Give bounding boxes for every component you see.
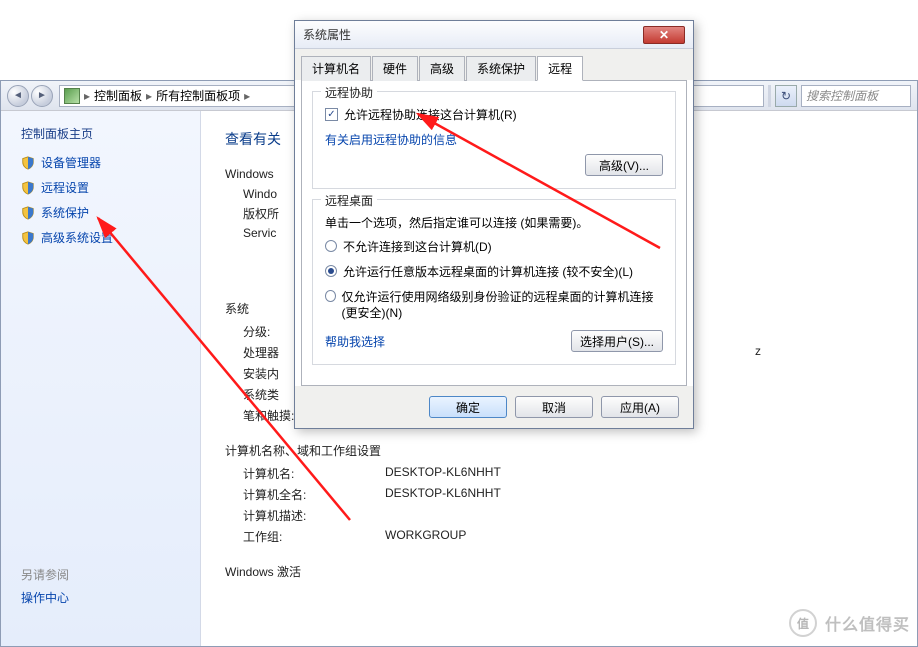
chevron-right-icon: ▸	[146, 89, 152, 103]
sidebar-item-label: 设备管理器	[41, 154, 101, 171]
sidebar-title: 控制面板主页	[21, 125, 180, 142]
sidebar-item-label: 远程设置	[41, 179, 89, 196]
radio-dont-allow[interactable]	[325, 240, 337, 252]
watermark-text: 什么值得买	[825, 611, 910, 635]
tabstrip: 计算机名 硬件 高级 系统保护 远程	[295, 49, 693, 80]
refresh-button[interactable]: ↻	[775, 85, 797, 107]
activation-heading: Windows 激活	[225, 563, 893, 580]
remote-assistance-info-link[interactable]: 有关启用远程协助的信息	[325, 131, 663, 148]
apply-button[interactable]: 应用(A)	[601, 396, 679, 418]
radio-label: 不允许连接到这台计算机(D)	[343, 239, 492, 256]
dialog-titlebar[interactable]: 系统属性 ✕	[295, 21, 693, 49]
remote-desktop-group: 远程桌面 单击一个选项，然后指定谁可以连接 (如果需要)。 不允许连接到这台计算…	[312, 199, 676, 365]
search-input[interactable]: 搜索控制面板	[801, 85, 911, 107]
group-legend: 远程桌面	[321, 192, 377, 209]
checkbox-label: 允许远程协助连接这台计算机(R)	[344, 106, 517, 123]
radio-allow-nla[interactable]	[325, 290, 336, 302]
system-properties-dialog: 系统属性 ✕ 计算机名 硬件 高级 系统保护 远程 远程协助 ✓ 允许远程协助连…	[294, 20, 694, 429]
sidebar: 控制面板主页 设备管理器 远程设置 系统保护 高级系统设置 另请参阅 操作中心	[1, 111, 201, 646]
tab-panel-remote: 远程协助 ✓ 允许远程协助连接这台计算机(R) 有关启用远程协助的信息 高级(V…	[301, 80, 687, 386]
shield-icon	[21, 206, 35, 220]
control-panel-icon	[64, 88, 80, 104]
chevron-right-icon: ▸	[84, 89, 90, 103]
sidebar-item-label: 高级系统设置	[41, 229, 113, 246]
breadcrumb-seg1[interactable]: 控制面板	[94, 87, 142, 104]
sidebar-item-system-protection[interactable]: 系统保护	[21, 204, 180, 221]
radio-label: 允许运行任意版本远程桌面的计算机连接 (较不安全)(L)	[343, 264, 633, 281]
table-row: 计算机描述:	[225, 507, 893, 524]
dialog-footer: 确定 取消 应用(A)	[295, 386, 693, 428]
table-row: 计算机名:DESKTOP-KL6NHHT	[225, 465, 893, 482]
shield-icon	[21, 156, 35, 170]
see-also-title: 另请参阅	[21, 566, 180, 583]
group-legend: 远程协助	[321, 84, 377, 101]
tab-advanced[interactable]: 高级	[419, 56, 465, 81]
tab-hardware[interactable]: 硬件	[372, 56, 418, 81]
watermark-logo: 值	[789, 609, 817, 637]
ok-button[interactable]: 确定	[429, 396, 507, 418]
nav-forward-button[interactable]: ►	[31, 85, 53, 107]
search-placeholder: 搜索控制面板	[806, 87, 878, 104]
allow-remote-assistance-checkbox[interactable]: ✓	[325, 108, 338, 121]
see-also-link[interactable]: 操作中心	[21, 589, 180, 606]
tab-system-protection[interactable]: 系统保护	[466, 56, 536, 81]
computer-name-heading: 计算机名称、域和工作组设置	[225, 442, 893, 459]
table-row: 工作组:WORKGROUP	[225, 528, 893, 545]
radio-label: 仅允许运行使用网络级别身份验证的远程桌面的计算机连接 (更安全)(N)	[342, 289, 663, 323]
remote-assistance-group: 远程协助 ✓ 允许远程协助连接这台计算机(R) 有关启用远程协助的信息 高级(V…	[312, 91, 676, 189]
advanced-button[interactable]: 高级(V)...	[585, 154, 663, 176]
chevron-right-icon: ▸	[244, 89, 250, 103]
watermark: 值 什么值得买	[789, 609, 910, 637]
radio-allow-any[interactable]	[325, 265, 337, 277]
breadcrumb-seg2[interactable]: 所有控制面板项	[156, 87, 240, 104]
nav-back-button[interactable]: ◄	[7, 85, 29, 107]
sidebar-item-label: 系统保护	[41, 204, 89, 221]
tab-remote[interactable]: 远程	[537, 56, 583, 81]
sidebar-item-advanced-system[interactable]: 高级系统设置	[21, 229, 180, 246]
tab-computer-name[interactable]: 计算机名	[301, 56, 371, 81]
cancel-button[interactable]: 取消	[515, 396, 593, 418]
shield-icon	[21, 231, 35, 245]
help-me-choose-link[interactable]: 帮助我选择	[325, 333, 385, 350]
dialog-title: 系统属性	[303, 26, 351, 43]
sidebar-item-device-manager[interactable]: 设备管理器	[21, 154, 180, 171]
shield-icon	[21, 181, 35, 195]
sidebar-item-remote-settings[interactable]: 远程设置	[21, 179, 180, 196]
table-row: 计算机全名:DESKTOP-KL6NHHT	[225, 486, 893, 503]
close-button[interactable]: ✕	[643, 26, 685, 44]
select-users-button[interactable]: 选择用户(S)...	[571, 330, 663, 352]
instruction-text: 单击一个选项，然后指定谁可以连接 (如果需要)。	[325, 214, 663, 231]
